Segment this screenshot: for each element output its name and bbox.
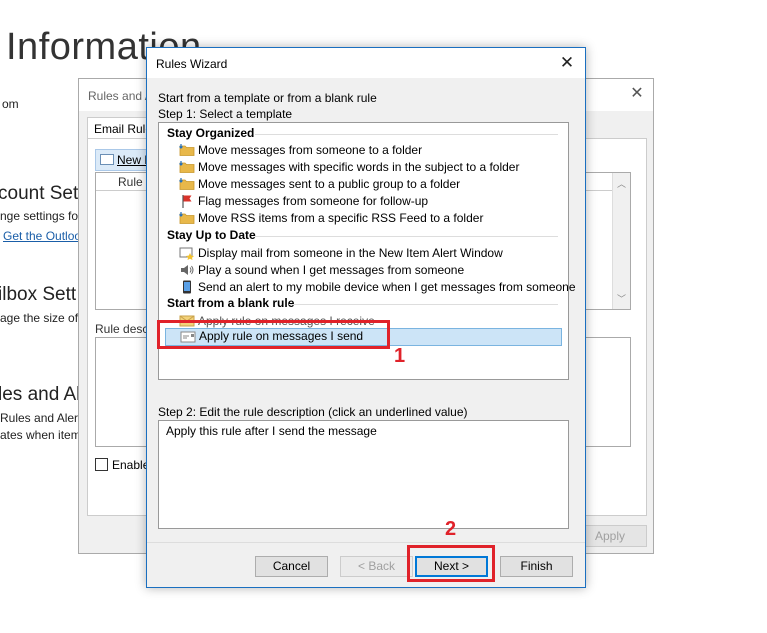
finish-button[interactable]: Finish [500, 556, 573, 577]
rules-alerts-text-1: Rules and Alert [0, 411, 82, 425]
alert-window-icon [179, 247, 194, 260]
template-label: Play a sound when I get messages from so… [198, 263, 465, 277]
account-settings-text: nge settings fo [0, 209, 79, 223]
group-label: Start from a blank rule [167, 296, 295, 310]
group-label: Stay Organized [167, 126, 255, 140]
scroll-up-icon[interactable]: ︿ [617, 177, 626, 190]
enable-label: Enable [112, 458, 150, 472]
enable-checkbox-row[interactable]: Enable [95, 458, 149, 472]
button-bar-divider [147, 542, 585, 543]
highlight-box-template [157, 320, 390, 349]
rules-alerts-heading: les and Al [0, 384, 81, 405]
template-label: Send an alert to my mobile device when I… [198, 280, 576, 294]
group-divider [255, 134, 558, 135]
step1-label: Step 1: Select a template [158, 107, 293, 121]
folder-icon [179, 144, 195, 156]
rules-list-scrollbar[interactable]: ︿ ﹀ [612, 173, 630, 309]
template-item[interactable]: Move messages sent to a public group to … [167, 176, 562, 193]
step2-label: Step 2: Edit the rule description (click… [158, 405, 468, 419]
close-icon[interactable]: ✕ [557, 53, 577, 73]
template-label: Move RSS items from a specific RSS Feed … [198, 211, 484, 225]
group-divider [289, 304, 558, 305]
mobile-device-icon [183, 280, 191, 294]
template-item[interactable]: Move RSS items from a specific RSS Feed … [167, 210, 562, 227]
template-label: Move messages sent to a public group to … [198, 177, 461, 191]
rules-wizard-titlebar: Rules Wizard ✕ [147, 48, 585, 78]
rule-description-label: Rule desc [95, 322, 149, 336]
folder-icon [179, 178, 195, 190]
template-label: Move messages from someone to a folder [198, 143, 423, 157]
folder-icon [179, 161, 195, 173]
template-item[interactable]: Play a sound when I get messages from so… [167, 262, 562, 279]
get-outlook-link[interactable]: Get the Outloo [3, 229, 81, 243]
group-divider [255, 236, 558, 237]
rules-alerts-text-2: ates when item [0, 428, 81, 442]
group-heading-blank-rule: Start from a blank rule [167, 296, 562, 310]
step-marker-2: 2 [445, 518, 457, 540]
step-marker-1: 1 [394, 345, 406, 367]
new-rule-icon [100, 154, 114, 165]
wizard-intro: Start from a template or from a blank ru… [158, 91, 377, 105]
template-item[interactable]: Send an alert to my mobile device when I… [167, 279, 576, 296]
template-label: Move messages with specific words in the… [198, 160, 520, 174]
close-icon[interactable]: ✕ [627, 84, 647, 104]
account-settings-heading: count Sett [0, 183, 84, 204]
scroll-down-icon[interactable]: ﹀ [617, 292, 626, 305]
rules-wizard-title: Rules Wizard [156, 57, 228, 71]
group-heading-stay-organized: Stay Organized [167, 126, 562, 140]
template-label: Flag messages from someone for follow-up [198, 194, 429, 208]
rules-wizard-dialog: Rules Wizard ✕ Start from a template or … [146, 47, 586, 588]
mailbox-settings-text: age the size of [0, 311, 79, 325]
rule-description-text: Apply this rule after I send the message [166, 424, 377, 438]
template-item[interactable]: Move messages from someone to a folder [167, 142, 562, 159]
group-heading-stay-up-to-date: Stay Up to Date [167, 228, 562, 242]
enable-checkbox[interactable] [95, 458, 108, 471]
group-label: Stay Up to Date [167, 228, 256, 242]
rules-alerts-title: Rules and A [88, 89, 153, 103]
highlight-box-next [407, 545, 495, 582]
speaker-icon [181, 265, 194, 275]
template-item[interactable]: Display mail from someone in the New Ite… [167, 245, 562, 262]
back-button[interactable]: < Back [340, 556, 413, 577]
mailbox-settings-heading: ilbox Sett [0, 284, 77, 305]
account-fragment: om [2, 97, 19, 111]
template-item[interactable]: Move messages with specific words in the… [167, 159, 562, 176]
template-item[interactable]: Flag messages from someone for follow-up [167, 193, 562, 210]
rule-description-box[interactable]: Apply this rule after I send the message [158, 420, 569, 529]
flag-icon [182, 195, 192, 208]
template-label: Display mail from someone in the New Ite… [198, 246, 503, 260]
cancel-button[interactable]: Cancel [255, 556, 328, 577]
folder-icon [179, 212, 195, 224]
